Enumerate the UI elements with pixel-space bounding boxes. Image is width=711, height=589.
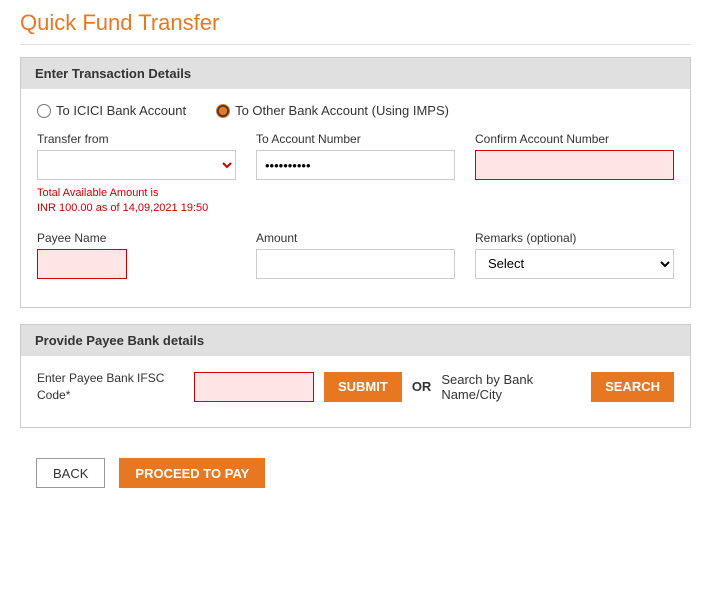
transfer-from-label: Transfer from [37, 132, 236, 146]
or-text: OR [412, 379, 432, 394]
confirm-account-label: Confirm Account Number [475, 132, 674, 146]
page-title: Quick Fund Transfer [20, 10, 691, 45]
back-button[interactable]: BACK [36, 458, 105, 488]
amount-label: Amount [256, 231, 455, 245]
transaction-section: Enter Transaction Details To ICICI Bank … [20, 57, 691, 308]
radio-other-label: To Other Bank Account (Using IMPS) [235, 103, 449, 118]
confirm-account-group: Confirm Account Number [475, 132, 674, 180]
form-row-1: Transfer from Total Available Amount is … [37, 132, 674, 217]
account-number-input[interactable] [256, 150, 455, 180]
total-amount-text: Total Available Amount is INR 100.00 as … [37, 186, 236, 217]
remarks-select[interactable]: Select [475, 249, 674, 279]
ifsc-label: Enter Payee Bank IFSC Code* [37, 370, 184, 404]
amount-group: Amount ₹ 100 [256, 231, 455, 279]
search-by-label: Search by Bank Name/City [441, 372, 581, 402]
remarks-label: Remarks (optional) [475, 231, 674, 245]
submit-button[interactable]: SUBMIT [324, 372, 402, 402]
form-row-2: Payee Name Amount ₹ 100 Remarks (optiona… [37, 231, 674, 279]
radio-icici-label: To ICICI Bank Account [56, 103, 186, 118]
payee-name-label: Payee Name [37, 231, 236, 245]
amount-input[interactable]: ₹ 100 [256, 249, 455, 279]
account-number-label: To Account Number [256, 132, 455, 146]
payee-name-input[interactable] [37, 249, 127, 279]
transfer-from-select[interactable] [37, 150, 236, 180]
search-button[interactable]: SEARCH [591, 372, 674, 402]
proceed-button[interactable]: PROCEED TO PAY [119, 458, 265, 488]
radio-icici-input[interactable] [37, 104, 51, 118]
footer-row: BACK PROCEED TO PAY [20, 444, 691, 502]
remarks-group: Remarks (optional) Select [475, 231, 674, 279]
transfer-from-group: Transfer from Total Available Amount is … [37, 132, 236, 217]
confirm-account-input[interactable] [475, 150, 674, 180]
ifsc-input[interactable]: 5 [194, 372, 314, 402]
account-number-group: To Account Number [256, 132, 455, 180]
radio-other-input[interactable] [216, 104, 230, 118]
radio-other[interactable]: To Other Bank Account (Using IMPS) [216, 103, 449, 118]
payee-section-header: Provide Payee Bank details [21, 325, 690, 356]
transaction-section-header: Enter Transaction Details [21, 58, 690, 89]
radio-icici[interactable]: To ICICI Bank Account [37, 103, 186, 118]
ifsc-row: Enter Payee Bank IFSC Code* 5 SUBMIT OR … [37, 370, 674, 404]
radio-row: To ICICI Bank Account To Other Bank Acco… [37, 103, 674, 118]
payee-name-group: Payee Name [37, 231, 236, 279]
payee-section: Provide Payee Bank details Enter Payee B… [20, 324, 691, 429]
